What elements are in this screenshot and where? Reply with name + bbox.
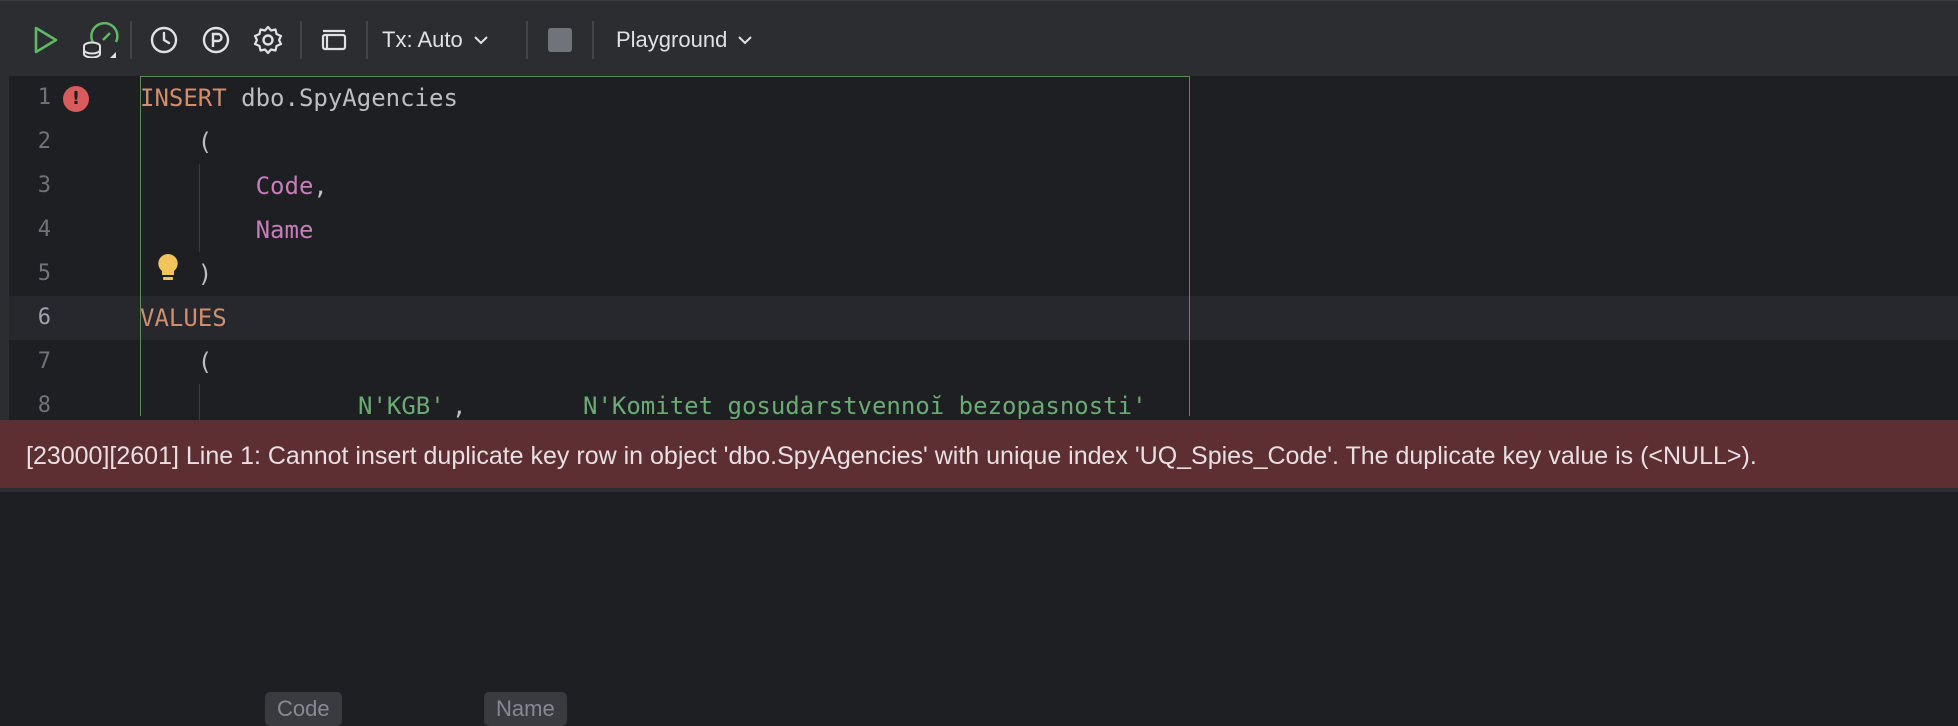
column-name: Code [255,172,314,200]
code-line-3: Code, [140,164,328,208]
code-token: , [313,172,328,200]
error-message-text: [23000][2601] Line 1: Cannot insert dupl… [26,442,1757,470]
line-number: 3 [37,173,51,198]
gear-icon [253,25,283,55]
code-line-5: ) [140,252,212,296]
toolbar-separator [592,21,594,59]
code-line-6: VALUES [140,296,227,340]
line-number: 6 [37,305,51,330]
sql-keyword: VALUES [140,304,227,332]
parameters-button[interactable] [198,21,234,59]
error-message-bar: [23000][2601] Line 1: Cannot insert dupl… [0,420,1958,492]
settings-button[interactable] [250,21,286,59]
parameter-p-icon [202,26,230,54]
stop-square-icon [548,28,572,52]
code-token: ( [140,128,213,156]
line-number: 1 [37,85,51,110]
session-label: Playground [616,27,728,52]
line-number: 4 [37,217,51,242]
chevron-down-icon [738,36,753,45]
code-token: dbo.SpyAgencies [226,84,458,112]
session-dropdown[interactable]: Playground [616,21,776,59]
chevron-down-icon [474,36,488,45]
database-gauge-icon [83,22,119,58]
datasource-button[interactable] [80,21,120,59]
code-line-1: INSERT dbo.SpyAgencies [140,76,458,120]
code-token: ( [140,348,213,376]
code-token: ) [140,260,213,288]
toolbar-separator [366,21,368,59]
play-icon [34,26,58,54]
column-name: Name [255,216,314,244]
history-button[interactable] [146,21,182,59]
output-layout-button[interactable] [316,21,352,59]
code-line-2: ( [140,120,212,164]
query-toolbar: Tx: Auto Playground [0,0,1958,76]
toolbar-separator [526,21,528,59]
sql-keyword: INSERT [140,84,227,112]
stop-button[interactable] [544,21,576,59]
code-line-4: Name [140,208,314,252]
toolbar-separator [300,21,302,59]
error-exclamation-icon[interactable]: ! [63,86,89,112]
output-panel-icon [321,29,347,51]
transaction-mode-dropdown[interactable]: Tx: Auto [382,21,514,59]
toolbar-separator [130,21,132,59]
line-number: 5 [37,261,51,286]
line-number: 2 [37,129,51,154]
panel-bottom-edge [0,488,1958,492]
parameter-hint-code: Code [265,692,342,726]
execute-button[interactable] [28,21,62,59]
line-number: 7 [37,349,51,374]
code-line-7: ( [140,340,212,384]
clock-icon [150,26,178,54]
transaction-mode-label: Tx: Auto [382,27,463,52]
parameter-hint-name: Name [484,692,567,726]
